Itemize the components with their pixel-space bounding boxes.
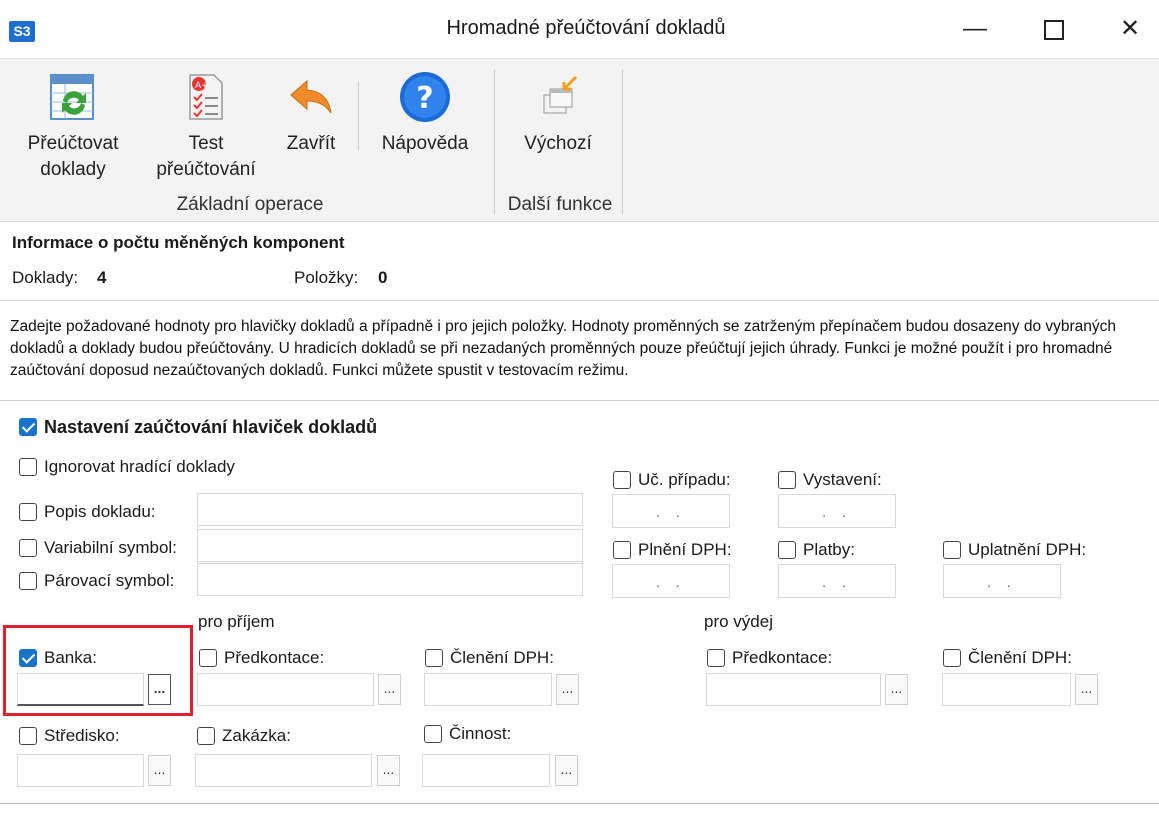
variabilni-label: Variabilní symbol: — [44, 538, 177, 557]
recalculate-label-2: doklady — [40, 159, 106, 180]
cleneni-vydej-label: Členění DPH: — [968, 648, 1072, 667]
test-label-2: přeúčtování — [156, 159, 256, 180]
group-label-basic: Základní operace — [176, 194, 324, 215]
bottom-divider — [0, 803, 1159, 804]
ignore-checkbox[interactable] — [19, 458, 37, 476]
help-icon: ? — [400, 72, 450, 122]
popis-label: Popis dokladu: — [44, 502, 156, 521]
minimize-icon[interactable]: — — [955, 14, 995, 44]
predkontace-vydej-label: Předkontace: — [732, 648, 833, 667]
vystaveni-label: Vystavení: — [803, 470, 882, 489]
variabilni-input[interactable] — [197, 529, 583, 562]
test-recalculation-button[interactable]: A+ Test přeúčtování — [147, 67, 265, 187]
undo-arrow-icon — [290, 79, 332, 114]
stredisko-input[interactable] — [17, 754, 144, 787]
stredisko-checkbox[interactable] — [19, 727, 37, 745]
zakazka-checkbox[interactable] — [197, 727, 215, 745]
close-label: Zavřít — [286, 133, 336, 154]
pro-prijem-label: pro příjem — [198, 612, 275, 631]
close-icon[interactable]: ✕ — [1110, 14, 1150, 44]
cleneni-prijem-browse[interactable]: ... — [556, 674, 579, 705]
uplatneni-date[interactable]: . . — [943, 564, 1061, 598]
pro-vydej-label: pro výdej — [704, 612, 773, 631]
info-heading: Informace o počtu měněných komponent — [12, 233, 345, 252]
predkontace-vydej-input[interactable] — [706, 673, 881, 706]
help-label: Nápověda — [381, 133, 469, 154]
header-settings-checkbox[interactable] — [19, 418, 37, 436]
parovaci-checkbox[interactable] — [19, 572, 37, 590]
default-button[interactable]: Výchozí — [510, 67, 606, 167]
zakazka-browse[interactable]: ... — [377, 755, 400, 786]
plneni-date[interactable]: . . — [612, 564, 730, 598]
uplatneni-checkbox[interactable] — [943, 541, 961, 559]
polozky-label: Položky: — [294, 268, 359, 287]
plneni-checkbox[interactable] — [613, 541, 631, 559]
zakazka-input[interactable] — [195, 754, 372, 787]
predkontace-prijem-browse[interactable]: ... — [378, 674, 401, 705]
help-button[interactable]: ? Nápověda — [372, 67, 478, 167]
uplatneni-label: Uplatnění DPH: — [968, 540, 1087, 559]
cleneni-vydej-input[interactable] — [942, 673, 1071, 706]
maximize-icon[interactable] — [1032, 14, 1072, 44]
platby-checkbox[interactable] — [778, 541, 796, 559]
zakazka-label: Zakázka: — [222, 726, 291, 745]
doklady-label: Doklady: — [12, 268, 79, 287]
group-separator-2 — [622, 69, 623, 215]
vystaveni-checkbox[interactable] — [778, 471, 796, 489]
predkontace-vydej-browse[interactable]: ... — [885, 674, 908, 705]
popis-checkbox[interactable] — [19, 503, 37, 521]
cleneni-prijem-checkbox[interactable] — [425, 649, 443, 667]
recalculate-label-1: Přeúčtovat — [27, 133, 119, 154]
recalculate-documents-button[interactable]: Přeúčtovat doklady — [18, 67, 128, 187]
predkontace-vydej-checkbox[interactable] — [707, 649, 725, 667]
test-icon: A+ — [189, 74, 223, 120]
cleneni-prijem-label: Členění DPH: — [450, 648, 554, 667]
predkontace-prijem-label: Předkontace: — [224, 648, 325, 667]
parovaci-input[interactable] — [197, 563, 583, 596]
test-label-1: Test — [188, 133, 224, 154]
predkontace-prijem-checkbox[interactable] — [199, 649, 217, 667]
default-label: Výchozí — [524, 133, 592, 154]
stredisko-browse[interactable]: ... — [148, 755, 171, 786]
cleneni-prijem-input[interactable] — [424, 673, 552, 706]
svg-text:?: ? — [416, 81, 433, 116]
header-settings-label: Nastavení zaúčtování hlaviček dokladů — [44, 417, 378, 437]
divider — [0, 400, 1159, 401]
title-bar: S3 Hromadné přeúčtování dokladů — ✕ — [0, 0, 1159, 59]
group-label-other: Další funkce — [507, 194, 613, 215]
ignore-label: Ignorovat hradící doklady — [44, 457, 235, 476]
cinnost-checkbox[interactable] — [424, 725, 442, 743]
stredisko-label: Středisko: — [44, 726, 120, 745]
uc-pripadu-date[interactable]: . . — [612, 494, 730, 528]
default-icon — [543, 75, 578, 114]
plneni-label: Plnění DPH: — [638, 540, 732, 559]
parovaci-label: Párovací symbol: — [44, 571, 175, 590]
platby-date[interactable]: . . — [778, 564, 896, 598]
ribbon-toolbar: Přeúčtovat doklady A+ Test přeúčtování Z… — [0, 59, 1159, 222]
polozky-count: 0 — [378, 268, 388, 287]
divider — [0, 300, 1159, 301]
group-separator — [494, 69, 495, 215]
variabilni-checkbox[interactable] — [19, 539, 37, 557]
description-text: Zadejte požadované hodnoty pro hlavičky … — [10, 318, 1117, 379]
ribbon-separator — [358, 81, 359, 151]
predkontace-prijem-input[interactable] — [197, 673, 374, 706]
cleneni-vydej-checkbox[interactable] — [943, 649, 961, 667]
recalculate-icon — [50, 74, 94, 120]
platby-label: Platby: — [803, 540, 855, 559]
uc-pripadu-checkbox[interactable] — [613, 471, 631, 489]
vystaveni-date[interactable]: . . — [778, 494, 896, 528]
uc-pripadu-label: Uč. případu: — [638, 470, 731, 489]
cleneni-vydej-browse[interactable]: ... — [1075, 674, 1098, 705]
cinnost-label: Činnost: — [449, 724, 512, 743]
doklady-count: 4 — [97, 268, 107, 287]
cinnost-browse[interactable]: ... — [555, 755, 578, 786]
popis-input[interactable] — [197, 493, 583, 526]
svg-text:A+: A+ — [195, 81, 209, 91]
cinnost-input[interactable] — [422, 754, 550, 787]
close-button[interactable]: Zavřít — [278, 67, 344, 167]
highlight-box — [3, 625, 193, 716]
